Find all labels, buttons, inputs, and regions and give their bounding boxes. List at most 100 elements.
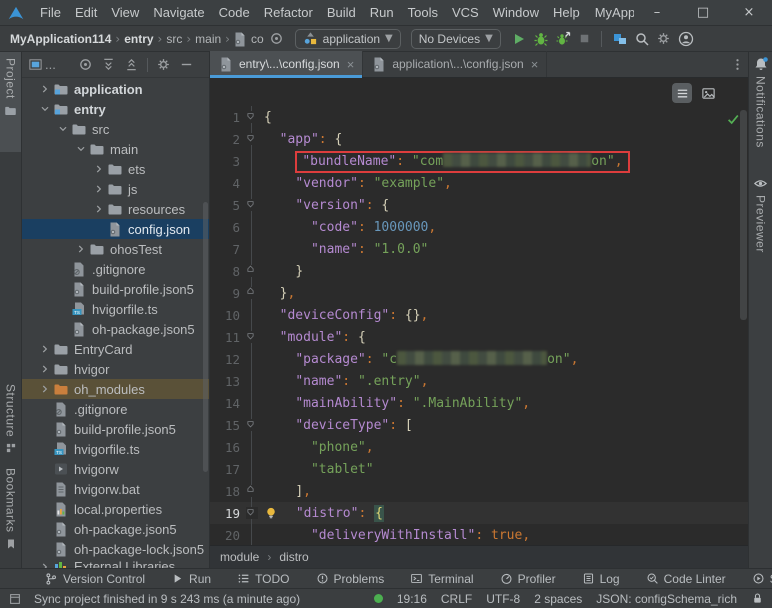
chevron-down-icon[interactable] [72,141,89,157]
settings-button[interactable] [653,28,675,50]
toolwindow-code-linter[interactable]: Code Linter [646,572,726,586]
chevron-right-icon[interactable] [90,181,107,197]
fold-marker-icon[interactable] [240,282,264,304]
menu-run[interactable]: Run [363,0,401,25]
fold-marker-icon[interactable] [240,502,264,524]
tree-item--gitignore[interactable]: .gitignore [22,399,209,419]
chevron-down-icon[interactable] [36,101,53,117]
toolwindow-todo[interactable]: TODO [237,572,290,586]
fold-marker-icon[interactable] [240,414,264,436]
tree-item-resources[interactable]: resources [22,199,209,219]
chevron-right-icon[interactable] [90,161,107,177]
collapse-all-button[interactable] [124,57,139,72]
close-icon[interactable]: × [531,57,539,72]
close-button[interactable]: × [726,0,772,25]
nav-crumb-myapplication114[interactable]: MyApplication114 [8,32,113,46]
breadcrumb-distro[interactable]: distro [279,550,308,564]
fold-marker-icon[interactable] [240,128,264,150]
tree-item-js[interactable]: js [22,179,209,199]
preview-view-button[interactable] [698,83,718,103]
nav-crumb-file[interactable]: co [232,31,264,47]
toolwindow-run[interactable]: Run [171,572,211,586]
toolwindow-notifications-button[interactable]: Notifications [753,56,769,148]
toolwindow-profiler[interactable]: Profiler [500,572,556,586]
tree-item-application[interactable]: application [22,79,209,99]
toolwindow-structure-button[interactable]: Structure [0,378,21,460]
editor-tab-application-config[interactable]: application\...\config.json × [363,51,548,77]
line-ending-indicator[interactable]: CRLF [441,592,472,606]
chevron-right-icon[interactable] [90,201,107,217]
indent-indicator[interactable]: 2 spaces [534,592,582,606]
code-editor[interactable]: 1{2 "app": {3 "bundleName": "com on", 4 "v… [210,78,748,545]
maximize-button[interactable]: □ [680,0,726,25]
editor-scrollbar[interactable] [740,110,747,320]
chevron-right-icon[interactable] [36,559,53,568]
file-type-indicator[interactable]: JSON: configSchema_rich [596,592,737,606]
toolwindow-bookmarks-button[interactable]: Bookmarks [0,462,21,556]
debug-button[interactable] [530,28,552,50]
chevron-right-icon[interactable] [72,241,89,257]
tree-item-hvigor[interactable]: hvigor [22,359,209,379]
fold-marker-icon[interactable] [240,260,264,282]
tree-item-local-properties[interactable]: local.properties [22,499,209,519]
menu-code[interactable]: Code [212,0,257,25]
run-button[interactable] [508,28,530,50]
tree-item-main[interactable]: main [22,139,209,159]
toolwindow-previewer-button[interactable]: Previewer [753,176,768,253]
tree-item-oh-package-json5[interactable]: oh-package.json5 [22,319,209,339]
menu-file[interactable]: File [33,0,68,25]
chevron-right-icon[interactable] [36,361,53,377]
tab-options-kebab-icon[interactable] [726,57,748,72]
nav-crumb-main[interactable]: main [193,32,223,46]
project-view-selector[interactable]: ... [28,57,56,72]
tree-item-hvigorfile-ts[interactable]: TS hvigorfile.ts [22,439,209,459]
tree-item--gitignore[interactable]: .gitignore [22,259,209,279]
tree-item-oh-modules[interactable]: oh_modules [22,379,209,399]
encoding-indicator[interactable]: UTF-8 [486,592,520,606]
nav-crumb-src[interactable]: src [164,32,184,46]
menu-help[interactable]: Help [546,0,587,25]
layout-icon[interactable] [8,592,22,606]
menu-build[interactable]: Build [320,0,363,25]
nav-crumb-entry[interactable]: entry [122,32,155,46]
fold-marker-icon[interactable] [240,480,264,502]
tree-item-build-profile-json5[interactable]: build-profile.json5 [22,419,209,439]
menu-refactor[interactable]: Refactor [257,0,320,25]
minimize-button[interactable]: – [634,0,680,25]
tree-scrollbar[interactable] [203,202,208,472]
device-manager-button[interactable] [609,28,631,50]
fold-marker-icon[interactable] [240,194,264,216]
lock-icon[interactable] [751,592,764,605]
menu-view[interactable]: View [104,0,146,25]
menu-navigate[interactable]: Navigate [146,0,211,25]
tree-item-entry[interactable]: entry [22,99,209,119]
tree-item-build-profile-json5[interactable]: build-profile.json5 [22,279,209,299]
chevron-down-icon[interactable] [54,121,71,137]
select-opened-file-icon[interactable] [268,30,286,48]
expand-all-button[interactable] [101,57,116,72]
tree-item-external-libraries[interactable]: External Libraries [22,559,209,568]
toolwindow-log[interactable]: Log [582,572,620,586]
toolwindow-problems[interactable]: Problems [316,572,384,586]
attach-debugger-button[interactable] [552,28,574,50]
tree-item-hvigorw[interactable]: hvigorw [22,459,209,479]
menu-edit[interactable]: Edit [68,0,104,25]
hide-panel-button[interactable] [179,57,194,72]
chevron-right-icon[interactable] [36,81,53,97]
tree-item-ets[interactable]: ets [22,159,209,179]
fold-marker-icon[interactable] [240,326,264,348]
locate-file-button[interactable] [78,57,93,72]
stop-button[interactable] [574,28,596,50]
device-select[interactable]: No Devices ▼ [410,28,501,49]
toolwindow-services[interactable]: Services [752,572,772,586]
intention-bulb-icon[interactable] [264,506,288,520]
menu-window[interactable]: Window [486,0,546,25]
search-everywhere-button[interactable] [631,28,653,50]
breadcrumb-module[interactable]: module [220,550,259,564]
toolwindow-terminal[interactable]: Terminal [410,572,474,586]
close-icon[interactable]: × [347,57,355,72]
chevron-right-icon[interactable] [36,381,53,397]
menu-tools[interactable]: Tools [401,0,445,25]
tree-item-oh-package-json5[interactable]: oh-package.json5 [22,519,209,539]
tree-item-src[interactable]: src [22,119,209,139]
